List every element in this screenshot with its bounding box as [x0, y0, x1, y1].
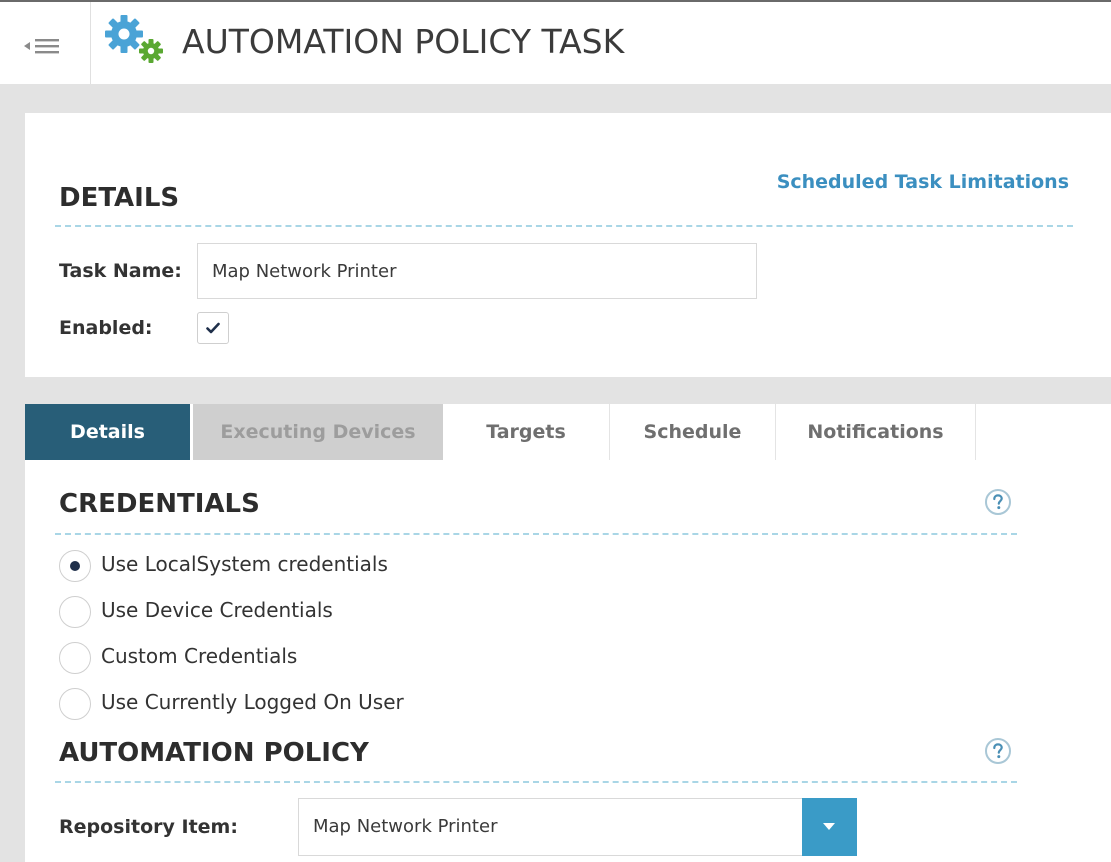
- dropdown-button[interactable]: [802, 798, 857, 856]
- question-circle-icon[interactable]: [984, 737, 1012, 765]
- menu-collapse-icon: [24, 39, 59, 54]
- credentials-divider: [55, 533, 1017, 535]
- radio-use-localsystem[interactable]: Use LocalSystem credentials: [59, 550, 439, 582]
- tab-schedule[interactable]: Schedule: [610, 404, 776, 460]
- radio-use-device-credentials[interactable]: Use Device Credentials: [59, 596, 439, 628]
- automation-policy-section-title: AUTOMATION POLICY: [59, 738, 369, 768]
- radio-button[interactable]: [59, 550, 91, 582]
- enabled-checkbox[interactable]: [197, 312, 229, 344]
- radio-button[interactable]: [59, 688, 91, 720]
- repository-item-value: Map Network Printer: [313, 816, 498, 837]
- radio-label: Use LocalSystem credentials: [101, 552, 388, 576]
- radio-label: Custom Credentials: [101, 644, 298, 668]
- gears-icon: [105, 15, 163, 63]
- question-circle-icon[interactable]: [984, 488, 1012, 516]
- radio-use-currently-logged-on-user[interactable]: Use Currently Logged On User: [59, 688, 439, 720]
- tab-notifications[interactable]: Notifications: [776, 404, 976, 460]
- tab-bar: Details Executing Devices Targets Schedu…: [25, 404, 1111, 460]
- repository-item-select[interactable]: Map Network Printer: [298, 798, 857, 856]
- scheduled-task-limitations-link[interactable]: Scheduled Task Limitations: [777, 171, 1069, 193]
- details-tab-panel: CREDENTIALS Use LocalSystem credentials …: [25, 460, 1111, 862]
- automation-policy-divider: [55, 781, 1017, 783]
- radio-label: Use Device Credentials: [101, 598, 333, 622]
- task-name-label: Task Name:: [59, 260, 182, 282]
- task-name-input[interactable]: [197, 243, 757, 299]
- tab-executing-devices[interactable]: Executing Devices: [193, 404, 443, 460]
- radio-button[interactable]: [59, 642, 91, 674]
- tab-details[interactable]: Details: [25, 404, 190, 460]
- radio-label: Use Currently Logged On User: [101, 690, 404, 714]
- repository-item-label: Repository Item:: [59, 816, 238, 838]
- page-header: AUTOMATION POLICY TASK: [0, 0, 1111, 84]
- radio-selected-dot: [70, 561, 80, 571]
- radio-button[interactable]: [59, 596, 91, 628]
- header-top-border: [0, 0, 1111, 2]
- details-divider: [55, 225, 1073, 227]
- radio-custom-credentials[interactable]: Custom Credentials: [59, 642, 439, 674]
- tab-targets[interactable]: Targets: [443, 404, 610, 460]
- details-card: Scheduled Task Limitations DETAILS Task …: [25, 113, 1111, 377]
- details-section-title: DETAILS: [59, 183, 180, 213]
- chevron-down-icon: [823, 823, 835, 830]
- enabled-label: Enabled:: [59, 317, 153, 339]
- credentials-section-title: CREDENTIALS: [59, 489, 260, 519]
- page-title: AUTOMATION POLICY TASK: [182, 22, 625, 61]
- menu-toggle-button[interactable]: [0, 2, 91, 84]
- checkmark-icon: [206, 322, 220, 334]
